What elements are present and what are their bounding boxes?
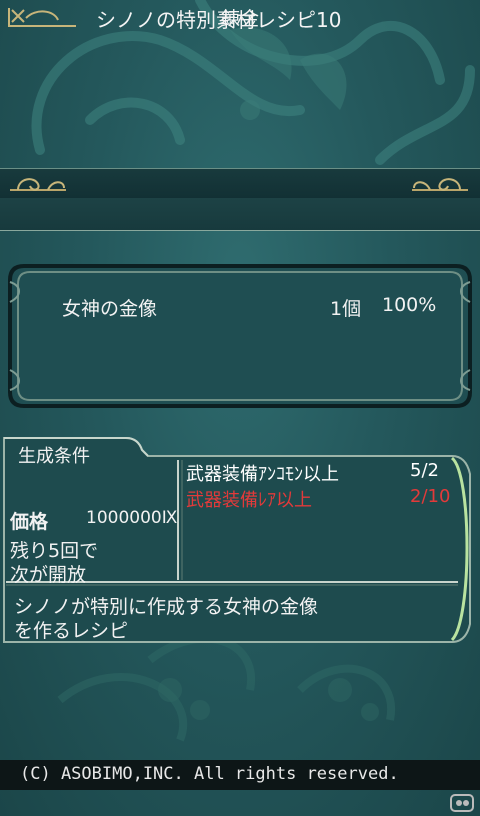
conditions-tab-label: 生成条件 xyxy=(18,446,90,467)
recipe-title: シノノの特別素材レシピ10 xyxy=(96,8,342,32)
copyright-text: (C) ASOBIMO,INC. All rights reserved. xyxy=(20,764,399,784)
requirement-progress: 5/2 xyxy=(410,460,439,481)
header-ornament-left xyxy=(10,178,66,191)
recipe-description-line-2: を作るレシピ xyxy=(14,620,129,642)
requirement-label: 武器装備ｱﾝｺﾓﾝ以上 xyxy=(186,464,339,485)
item-count: 1個 xyxy=(330,298,362,320)
site-watermark-icon xyxy=(450,794,474,812)
item-panel xyxy=(8,264,472,408)
unlock-remaining-text: 残り5回で xyxy=(10,540,99,562)
recipe-description-line-1: シノノが特別に作成する女神の金像 xyxy=(14,596,319,618)
recipe-flag-icon xyxy=(8,8,76,27)
recipe-title-bar xyxy=(0,198,480,231)
header-bar xyxy=(0,168,480,200)
item-name: 女神の金像 xyxy=(62,298,158,320)
item-success-rate: 100% xyxy=(382,294,437,316)
price-label: 価格 xyxy=(10,511,49,533)
requirement-progress: 2/10 xyxy=(410,486,451,507)
requirement-label: 武器装備ﾚｱ以上 xyxy=(186,490,312,511)
price-value: 1000000Ⅸ xyxy=(86,508,178,528)
header-ornament-right xyxy=(412,178,468,191)
unlock-next-text: 次が開放 xyxy=(10,564,87,586)
